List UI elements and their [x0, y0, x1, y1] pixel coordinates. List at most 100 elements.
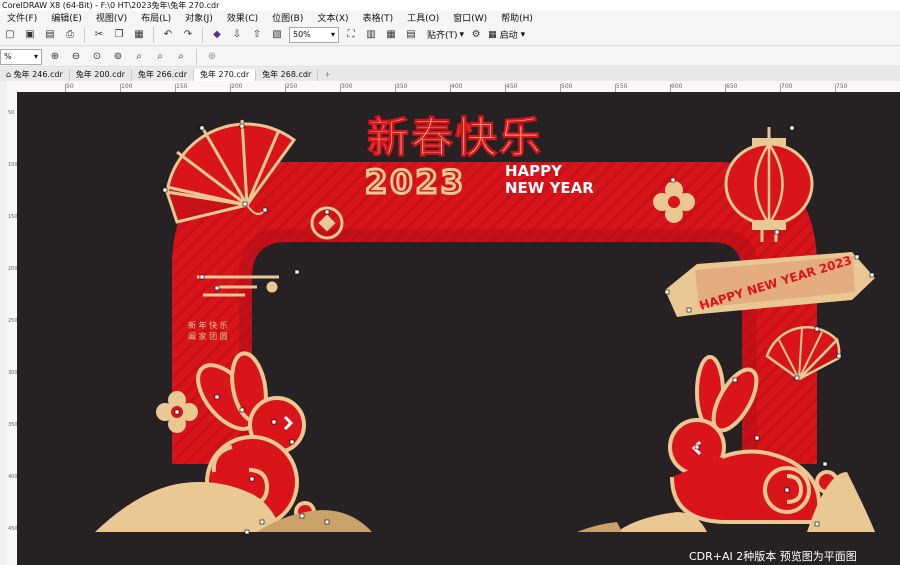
print-icon[interactable]: ⎙ [62, 27, 78, 43]
tab-document[interactable]: 兔年 200.cdr [69, 69, 132, 81]
gear-icon[interactable]: ⚙ [468, 27, 484, 43]
zoom-out-icon[interactable]: ⊖ [68, 49, 84, 65]
selection-handle[interactable] [794, 375, 800, 381]
selection-handle[interactable] [670, 177, 676, 183]
ruler-tick [120, 84, 121, 92]
save-icon[interactable]: ▤ [42, 27, 58, 43]
selection-handle[interactable] [262, 207, 268, 213]
menu-edit[interactable]: 编辑(E) [44, 11, 89, 24]
selection-handle[interactable] [814, 326, 820, 332]
open-folder-icon[interactable]: ▣ [22, 27, 38, 43]
tab-document[interactable]: ⌂ 兔年 246.cdr [0, 69, 70, 81]
menu-window[interactable]: 窗口(W) [446, 11, 494, 24]
undo-icon[interactable]: ↶ [160, 27, 176, 43]
cut-icon[interactable]: ✂ [91, 27, 107, 43]
show-grid-icon[interactable]: ▦ [383, 27, 399, 43]
selection-handle[interactable] [214, 394, 220, 400]
selection-handle[interactable] [214, 285, 220, 291]
full-screen-icon[interactable]: ⛶ [343, 27, 359, 43]
selection-handle[interactable] [694, 444, 700, 450]
selection-handle[interactable] [324, 519, 330, 525]
selection-handle[interactable] [239, 123, 245, 129]
tab-document-active[interactable]: 兔年 270.cdr [194, 69, 257, 81]
menu-tools[interactable]: 工具(O) [400, 11, 446, 24]
standard-toolbar: ▢ ▣ ▤ ⎙ ✂ ❐ ▦ ↶ ↷ ◆ ⇩ ⇧ ▧ 50% ▾ ⛶ ▥ ▦ ▤ 贴… [0, 24, 900, 46]
zoom-to-page-width-icon[interactable]: ⌕ [152, 49, 168, 65]
redo-icon[interactable]: ↷ [180, 27, 196, 43]
selection-handle[interactable] [289, 439, 295, 445]
menu-file[interactable]: 文件(F) [0, 11, 44, 24]
selection-handle[interactable] [324, 209, 330, 215]
new-document-icon[interactable]: ▢ [2, 27, 18, 43]
search-content-icon[interactable]: ◆ [209, 27, 225, 43]
zoom-to-page-height-icon[interactable]: ⌕ [173, 49, 189, 65]
tab-document[interactable]: 兔年 266.cdr [131, 69, 194, 81]
zoom-to-all-objects-icon[interactable]: ⊚ [110, 49, 126, 65]
selection-handle[interactable] [249, 476, 255, 482]
zoom-to-page-icon[interactable]: ⌕ [131, 49, 147, 65]
selection-handle[interactable] [686, 307, 692, 313]
selection-handle[interactable] [784, 487, 790, 493]
selection-handle[interactable] [271, 419, 277, 425]
selection-handle[interactable] [836, 353, 842, 359]
show-guidelines-icon[interactable]: ▤ [403, 27, 419, 43]
ruler-tick-label: 600 [671, 83, 683, 90]
application-launcher-button[interactable]: ▦ 启动 ▾ [488, 28, 525, 42]
menu-view[interactable]: 视图(V) [89, 11, 134, 24]
home-icon: ⌂ [6, 70, 12, 79]
ruler-tick-label: 400 [8, 474, 17, 480]
selection-handle[interactable] [259, 519, 265, 525]
selection-handle[interactable] [664, 289, 670, 295]
zoom-in-icon[interactable]: ⊕ [47, 49, 63, 65]
export-icon[interactable]: ⇧ [249, 27, 265, 43]
selection-handle[interactable] [732, 377, 738, 383]
new-tab-button[interactable]: + [318, 69, 337, 81]
snap-to-button[interactable]: 贴齐(T) ▾ [427, 28, 464, 42]
selection-handle[interactable] [242, 201, 248, 207]
zoom-to-selected-icon[interactable]: ⊙ [89, 49, 105, 65]
add-icon[interactable]: ⊕ [204, 49, 220, 65]
zoom-level-select[interactable]: 50% ▾ [289, 26, 339, 43]
ruler-tick [395, 84, 396, 92]
selection-handle[interactable] [869, 272, 875, 278]
selection-handle[interactable] [174, 409, 180, 415]
menu-help[interactable]: 帮助(H) [494, 11, 540, 24]
ruler-tick [670, 84, 671, 92]
menu-table[interactable]: 表格(T) [356, 11, 401, 24]
ruler-tick-label: 250 [286, 83, 298, 90]
ruler-tick-label: 250 [8, 318, 17, 324]
selection-handle[interactable] [199, 274, 205, 280]
selection-handle[interactable] [789, 125, 795, 131]
publish-pdf-icon[interactable]: ▧ [269, 27, 285, 43]
selection-handle[interactable] [754, 435, 760, 441]
show-rulers-icon[interactable]: ▥ [363, 27, 379, 43]
selection-handle[interactable] [199, 125, 205, 131]
paste-icon[interactable]: ▦ [131, 27, 147, 43]
zoom-levels-select[interactable]: % ▾ [0, 48, 42, 65]
menu-effects[interactable]: 效果(C) [220, 11, 265, 24]
property-bar: % ▾ ⊕ ⊖ ⊙ ⊚ ⌕ ⌕ ⌕ ⊕ [0, 47, 900, 67]
selection-handle[interactable] [294, 269, 300, 275]
ruler-tick [505, 84, 506, 92]
import-icon[interactable]: ⇩ [229, 27, 245, 43]
selection-handle[interactable] [299, 513, 305, 519]
artwork-new-year: NEW YEAR [505, 179, 594, 197]
menu-layout[interactable]: 布局(L) [134, 11, 178, 24]
artwork[interactable]: HAPPY NEW YEAR 2023 新春快乐 2023 HAPPY NEW … [17, 92, 900, 565]
selection-handle[interactable] [239, 407, 245, 413]
copy-icon[interactable]: ❐ [111, 27, 127, 43]
selection-handle[interactable] [162, 187, 168, 193]
selection-handle[interactable] [814, 521, 820, 527]
tab-document[interactable]: 兔年 268.cdr [256, 69, 319, 81]
menu-bitmaps[interactable]: 位图(B) [265, 11, 310, 24]
ruler-tick [835, 84, 836, 92]
menu-object[interactable]: 对象(J) [178, 11, 220, 24]
launcher-label: 启动 [499, 31, 518, 41]
selection-handle[interactable] [822, 461, 828, 467]
selection-handle[interactable] [774, 229, 780, 235]
drawing-canvas[interactable]: HAPPY NEW YEAR 2023 新春快乐 2023 HAPPY NEW … [17, 92, 900, 565]
selection-handle[interactable] [244, 529, 250, 535]
menu-text[interactable]: 文本(X) [310, 11, 355, 24]
selection-handle[interactable] [854, 254, 860, 260]
toolbar-divider [153, 26, 154, 43]
